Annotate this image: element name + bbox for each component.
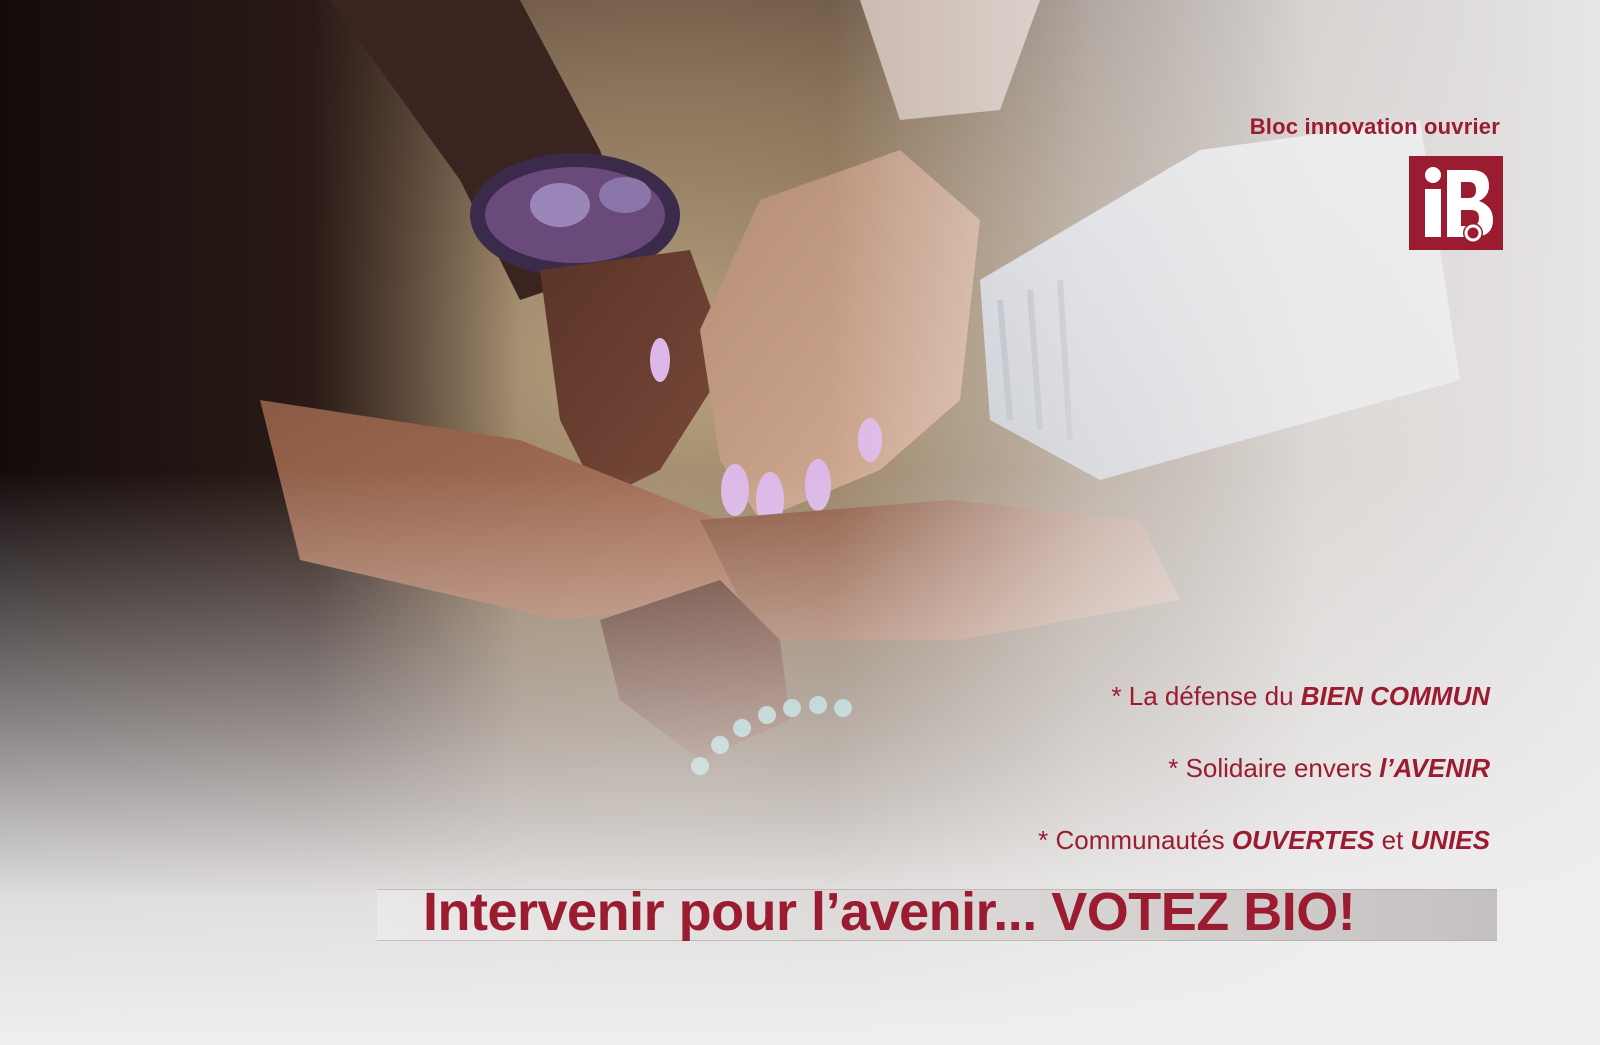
bullet-connector: et <box>1374 825 1411 855</box>
bullet-text: * Communautés <box>1038 825 1232 855</box>
poster: Bloc innovation ouvrier * La défense du … <box>0 0 1600 1045</box>
bullet-bien-commun: * La défense du BIEN COMMUN <box>1038 680 1490 752</box>
bullet-list: * La défense du BIEN COMMUN * Solidaire … <box>1038 680 1490 896</box>
bullet-avenir: * Solidaire envers l’AVENIR <box>1038 752 1490 824</box>
bullet-text: * La défense du <box>1111 681 1301 711</box>
bullet-emphasis: OUVERTES <box>1231 825 1375 855</box>
brand-name: Bloc innovation ouvrier <box>1249 114 1500 139</box>
ibo-logo <box>1409 156 1503 250</box>
bullet-emphasis: l’AVENIR <box>1379 753 1490 783</box>
bullet-text: * Solidaire envers <box>1168 753 1380 783</box>
brand-block: Bloc innovation ouvrier <box>1250 114 1500 140</box>
bullet-emphasis: BIEN COMMUN <box>1300 681 1490 711</box>
slogan-headline: Intervenir pour l’avenir... VOTEZ BIO! <box>423 882 1356 942</box>
bullet-emphasis: UNIES <box>1410 825 1490 855</box>
